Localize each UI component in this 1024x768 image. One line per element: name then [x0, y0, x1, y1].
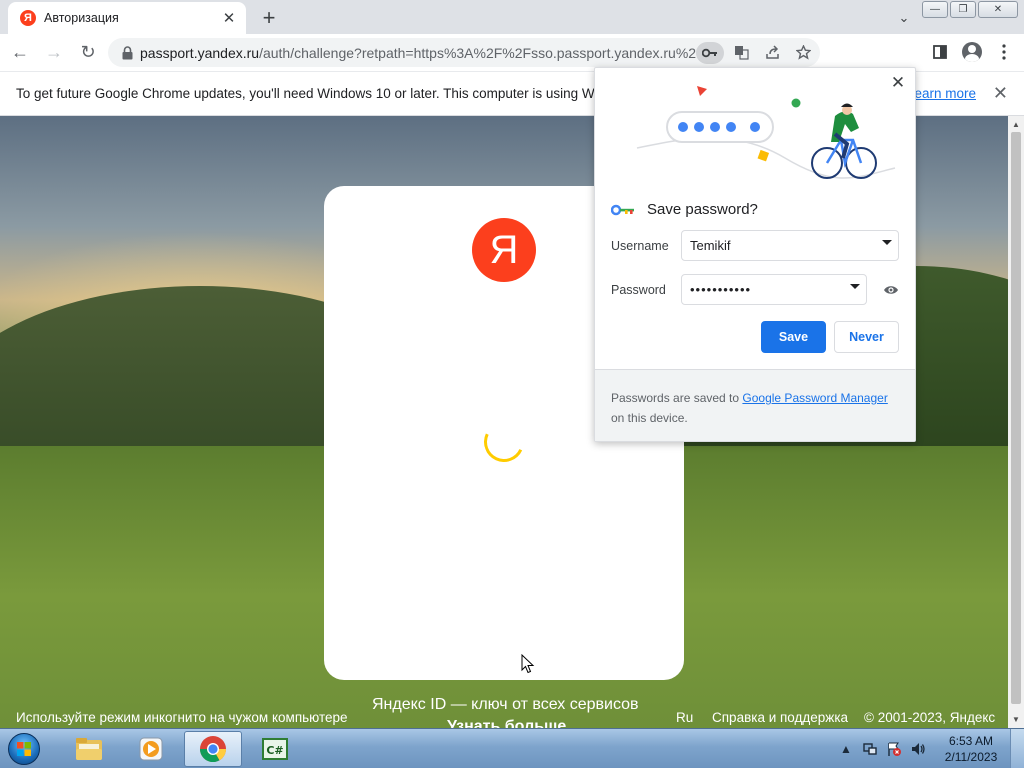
- scroll-thumb[interactable]: [1011, 132, 1021, 704]
- copyright-text: © 2001-2023, Яндекс: [864, 710, 996, 725]
- chrome-icon: [199, 736, 227, 763]
- show-hidden-icons-button[interactable]: ▲: [836, 739, 856, 759]
- footer-suffix: on this device.: [611, 411, 688, 425]
- yandex-favicon-icon: Я: [20, 10, 36, 26]
- svg-text:C#: C#: [266, 744, 283, 757]
- folder-icon: [76, 738, 102, 760]
- tab-search-button[interactable]: ⌄: [892, 6, 916, 30]
- clock-time: 6:53 AM: [948, 734, 994, 748]
- explorer-taskbar-button[interactable]: [60, 731, 118, 767]
- back-button[interactable]: ←: [6, 39, 34, 67]
- csharp-taskbar-button[interactable]: C#: [246, 731, 304, 767]
- learn-more-footer-link[interactable]: Узнать больше: [447, 718, 566, 728]
- window-controls: — ❐ ✕: [922, 1, 1018, 18]
- show-password-eye-icon[interactable]: [883, 282, 899, 298]
- key-icon[interactable]: [696, 41, 724, 64]
- windows-logo-icon: [8, 733, 40, 765]
- action-center-flag-icon[interactable]: [884, 739, 904, 759]
- volume-icon[interactable]: [908, 739, 928, 759]
- start-button[interactable]: [4, 730, 44, 768]
- restore-button[interactable]: ❐: [950, 1, 976, 18]
- scroll-down-icon[interactable]: ▼: [1012, 715, 1020, 724]
- dialog-title: Save password?: [647, 201, 758, 218]
- media-player-taskbar-button[interactable]: [122, 731, 180, 767]
- password-dropdown-arrow-icon[interactable]: [850, 284, 860, 289]
- username-label: Username: [611, 239, 669, 253]
- dialog-footer: Passwords are saved to Google Password M…: [595, 369, 915, 441]
- username-dropdown-arrow-icon[interactable]: [882, 240, 892, 245]
- show-desktop-button[interactable]: [1010, 729, 1024, 768]
- save-password-dialog: ✕ Save password? Username Temikif Passwo…: [594, 67, 916, 442]
- password-select[interactable]: •••••••••••: [681, 274, 867, 305]
- tab-title: Авторизация: [44, 11, 119, 25]
- infobar-close-icon[interactable]: ✕: [993, 83, 1008, 104]
- minimize-button[interactable]: —: [922, 1, 948, 18]
- tab-strip: Я Авторизация ✕ + ⌄ — ❐ ✕: [0, 0, 1024, 34]
- yandex-logo[interactable]: Я: [472, 218, 536, 282]
- chrome-taskbar-button[interactable]: [184, 731, 242, 767]
- clock-date: 2/11/2023: [944, 750, 998, 764]
- media-player-icon: [139, 737, 163, 761]
- username-select[interactable]: Temikif: [681, 230, 899, 261]
- translate-icon[interactable]: [727, 42, 755, 64]
- password-manager-link[interactable]: Google Password Manager: [742, 391, 887, 405]
- incognito-hint: Используйте режим инкогнито на чужом ком…: [16, 710, 348, 725]
- language-switch[interactable]: Ru: [676, 710, 693, 725]
- password-value: •••••••••••: [690, 282, 752, 297]
- infobar-message: To get future Google Chrome updates, you…: [16, 86, 621, 101]
- google-key-icon: [611, 204, 634, 215]
- toolbar-right: [926, 38, 1018, 66]
- url-text[interactable]: passport.yandex.ru/auth/challenge?retpat…: [140, 45, 696, 61]
- side-panel-icon[interactable]: [926, 38, 954, 66]
- help-link[interactable]: Справка и поддержка: [712, 710, 848, 725]
- menu-kebab-icon[interactable]: [990, 38, 1018, 66]
- browser-toolbar: ← → ↻ passport.yandex.ru/auth/challenge?…: [0, 34, 1024, 71]
- mouse-cursor-icon: [521, 654, 535, 674]
- save-button[interactable]: Save: [761, 321, 826, 353]
- never-button[interactable]: Never: [834, 321, 899, 353]
- yandex-id-tagline: Яндекс ID — ключ от всех сервисов: [372, 696, 639, 713]
- footer-prefix: Passwords are saved to: [611, 391, 743, 405]
- page-scrollbar[interactable]: ▲ ▼: [1008, 116, 1024, 728]
- password-illustration: [636, 86, 896, 179]
- windows-taskbar: C# ▲ 6:53 AM 2/11/2023: [0, 728, 1024, 768]
- learn-more-link[interactable]: Learn more: [907, 86, 976, 101]
- address-bar[interactable]: passport.yandex.ru/auth/challenge?retpat…: [108, 38, 820, 67]
- lock-icon[interactable]: [114, 45, 140, 60]
- scroll-up-icon[interactable]: ▲: [1012, 120, 1020, 129]
- reload-button[interactable]: ↻: [74, 39, 102, 67]
- profile-avatar[interactable]: [958, 38, 986, 66]
- window-close-button[interactable]: ✕: [978, 1, 1018, 18]
- tab-close-icon[interactable]: ✕: [220, 9, 238, 27]
- forward-button[interactable]: →: [40, 39, 68, 67]
- loading-spinner-icon: [478, 416, 530, 468]
- username-value: Temikif: [690, 238, 731, 253]
- system-clock[interactable]: 6:53 AM 2/11/2023: [938, 733, 1004, 765]
- avatar-icon: [962, 42, 982, 62]
- system-tray: ▲ 6:53 AM 2/11/2023: [832, 729, 1024, 768]
- password-label: Password: [611, 283, 666, 297]
- new-tab-button[interactable]: +: [256, 5, 282, 31]
- browser-tab[interactable]: Я Авторизация ✕: [8, 2, 246, 34]
- network-icon[interactable]: [860, 739, 880, 759]
- bookmark-star-icon[interactable]: [789, 42, 817, 64]
- dialog-close-icon[interactable]: ✕: [889, 73, 907, 92]
- dialog-header: Save password?: [611, 201, 758, 218]
- share-icon[interactable]: [758, 42, 786, 64]
- csharp-icon: C#: [262, 738, 288, 760]
